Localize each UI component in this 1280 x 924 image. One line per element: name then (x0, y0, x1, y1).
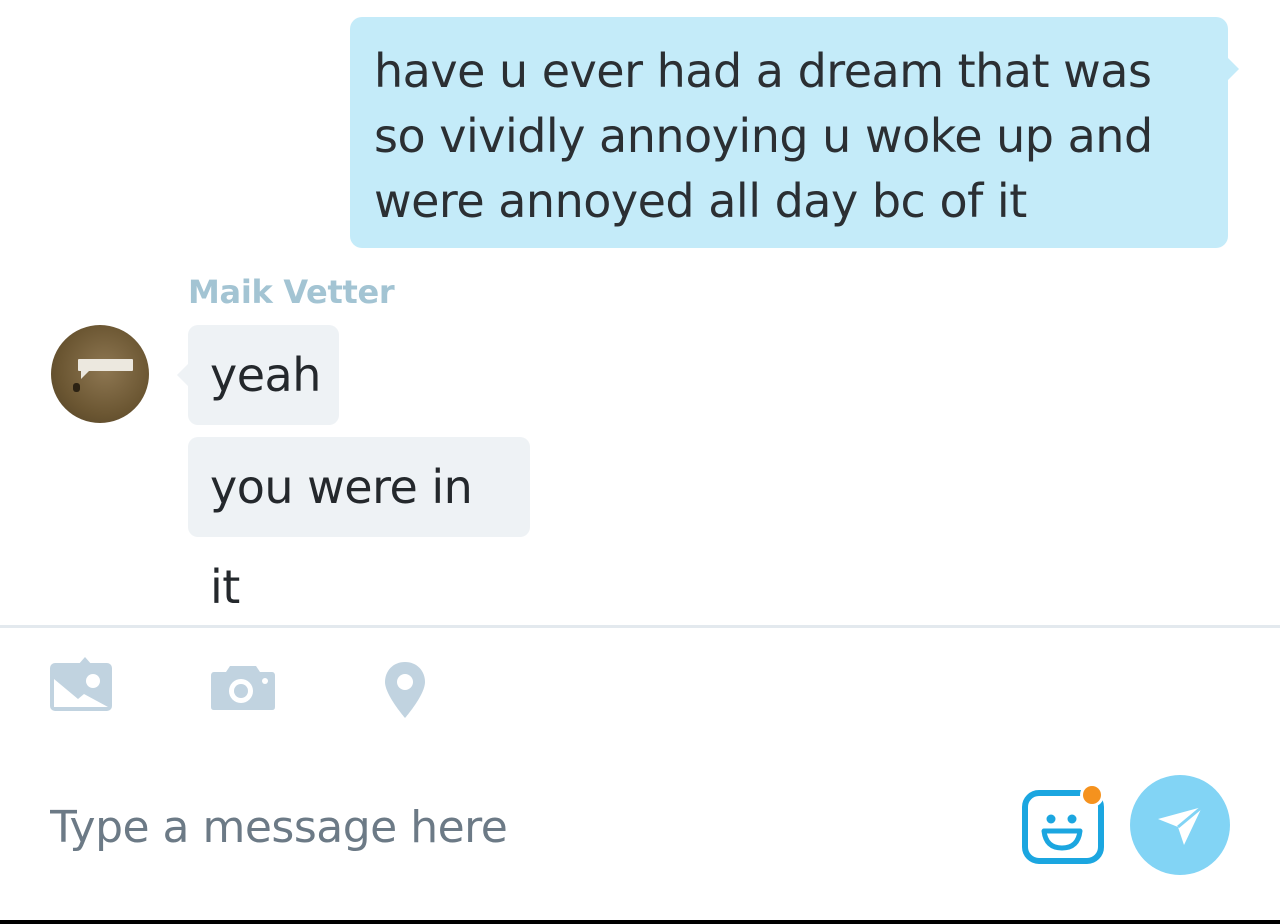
gallery-icon[interactable] (48, 655, 114, 713)
incoming-message-bubble[interactable]: you were in it (188, 437, 530, 614)
send-button[interactable] (1130, 775, 1230, 875)
camera-icon[interactable] (210, 662, 276, 710)
composer-divider (0, 625, 1280, 628)
sender-name: Maik Vetter (188, 273, 395, 311)
avatar[interactable] (51, 325, 149, 423)
chat-screen: have u ever had a dream that was so vivi… (0, 0, 1280, 924)
incoming-message-text: you were in it (210, 460, 473, 614)
outgoing-message-text: have u ever had a dream that was so vivi… (374, 44, 1153, 228)
outgoing-message-bubble[interactable]: have u ever had a dream that was so vivi… (350, 17, 1239, 248)
message-input[interactable] (50, 795, 950, 859)
incoming-message-bubble[interactable]: yeah (177, 325, 339, 425)
incoming-message-text: yeah (210, 348, 321, 402)
location-icon[interactable] (383, 660, 427, 720)
send-icon (1158, 805, 1203, 845)
bottom-edge (0, 920, 1280, 924)
emoticon-icon[interactable] (1020, 783, 1106, 865)
